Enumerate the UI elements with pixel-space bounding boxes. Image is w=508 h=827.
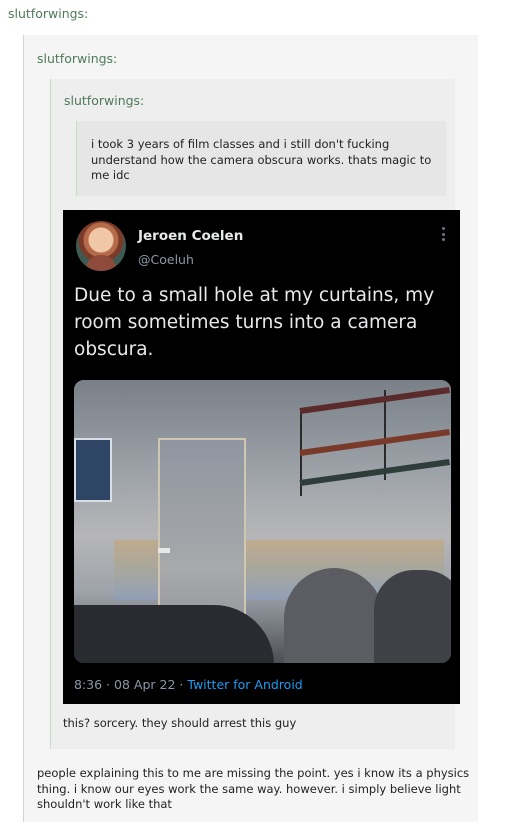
meta-separator: · (106, 677, 111, 692)
chair (284, 568, 384, 663)
reblog-level-2: slutforwings: i took 3 years of film cla… (50, 79, 460, 749)
username-level-2[interactable]: slutforwings: (64, 93, 144, 108)
meta-separator: · (179, 677, 184, 692)
bed (74, 605, 274, 663)
tweet-author-name[interactable]: Jeroen Coelen (138, 228, 243, 244)
original-post-text: i took 3 years of film classes and i sti… (91, 137, 432, 182)
reply-text: this? sorcery. they should arrest this g… (63, 716, 297, 730)
tweet-source[interactable]: Twitter for Android (187, 677, 302, 692)
original-post-quote: i took 3 years of film classes and i sti… (76, 121, 446, 196)
tweet-body: Due to a small hole at my curtains, my r… (74, 285, 435, 360)
username-level-1[interactable]: slutforwings: (37, 51, 117, 66)
tweet-meta: 8:36 · 08 Apr 22 · Twitter for Android (74, 677, 303, 692)
reblog-level-1: slutforwings: slutforwings: i took 3 yea… (23, 35, 478, 822)
tweet-date[interactable]: 08 Apr 22 (114, 677, 175, 692)
wall-picture (74, 438, 112, 502)
tweet-time: 8:36 (74, 677, 103, 692)
tweet-author-handle[interactable]: @Coeluh (138, 252, 194, 267)
final-reply-text: people explaining this to me are missing… (37, 766, 470, 811)
avatar[interactable] (76, 221, 126, 271)
tweet-photo[interactable] (74, 380, 451, 663)
username-top[interactable]: slutforwings: (8, 6, 88, 21)
more-vertical-icon[interactable] (442, 227, 446, 243)
embedded-tweet[interactable]: Jeroen Coelen @Coeluh Due to a small hol… (63, 210, 460, 704)
